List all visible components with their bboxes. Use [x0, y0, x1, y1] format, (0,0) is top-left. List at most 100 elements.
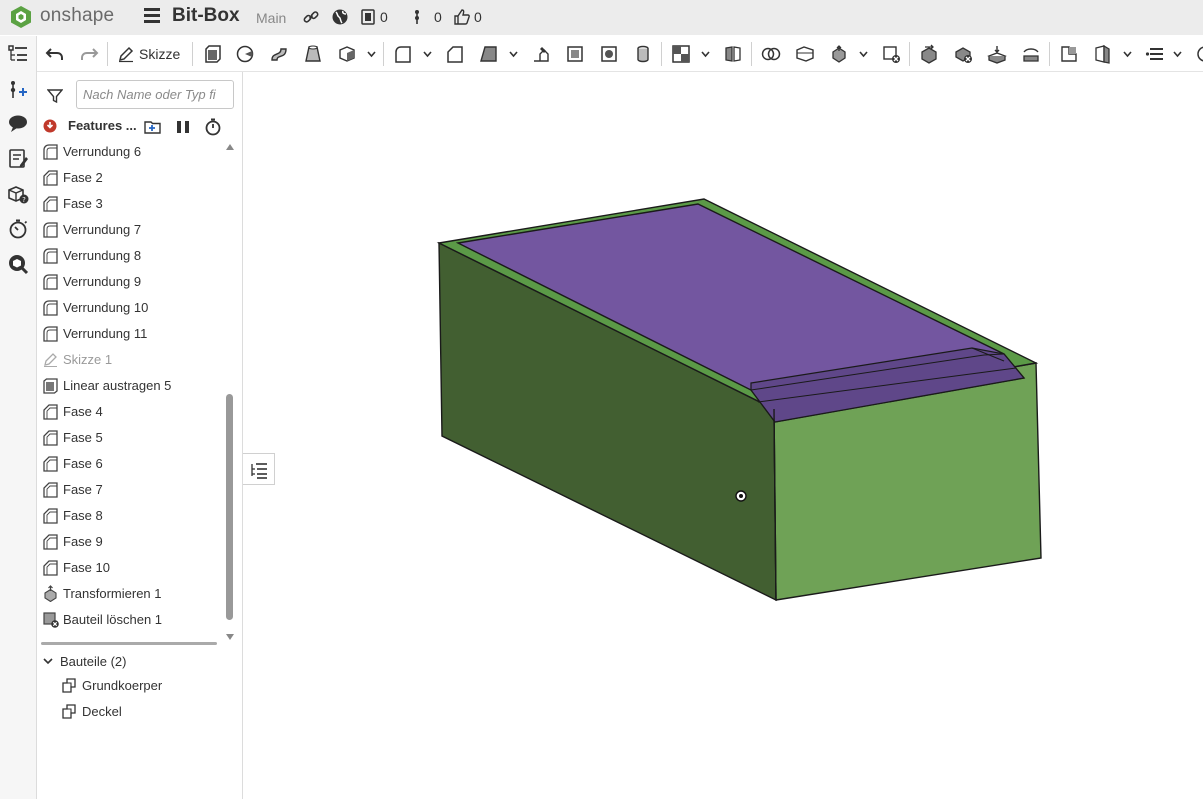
part-item-deckel[interactable]: Deckel	[61, 700, 122, 722]
fillet-icon	[43, 247, 58, 264]
loft-tool[interactable]	[303, 44, 323, 64]
feature-item[interactable]: Fase 10	[42, 556, 222, 578]
move-face-tool[interactable]	[919, 44, 939, 64]
chevron-down-icon[interactable]	[42, 655, 54, 667]
part-item-grundkoerper[interactable]: Grundkoerper	[61, 674, 162, 696]
tools-list-button[interactable]	[1145, 44, 1165, 64]
extrude-tool[interactable]	[203, 44, 223, 64]
versions-button[interactable]: 0	[359, 8, 388, 26]
chamfer-icon	[43, 533, 58, 550]
feature-item[interactable]: Fase 7	[42, 478, 222, 500]
brand-name[interactable]: onshape	[40, 5, 114, 27]
draft-tool[interactable]	[479, 44, 499, 64]
comments-button[interactable]	[7, 113, 29, 135]
onshape-logo-icon[interactable]	[9, 5, 33, 29]
document-menu-icon[interactable]	[144, 8, 160, 24]
feature-search-input[interactable]	[76, 80, 234, 109]
origin-marker[interactable]	[735, 490, 747, 502]
like-button[interactable]: 0	[453, 8, 482, 26]
undo-button[interactable]	[45, 44, 65, 64]
redo-button[interactable]	[79, 44, 99, 64]
notes-icon	[9, 149, 28, 168]
parts-header[interactable]: Bauteile (2)	[42, 650, 126, 672]
offset-surface-tool[interactable]	[1021, 44, 1041, 64]
feature-item[interactable]: Linear austragen 5	[42, 374, 222, 396]
feature-list-toggle[interactable]	[7, 43, 29, 65]
add-folder-button[interactable]	[143, 117, 163, 137]
chamfer-tool[interactable]	[445, 44, 465, 64]
branches-button[interactable]: 0	[408, 8, 442, 26]
feature-item[interactable]: Fase 4	[42, 400, 222, 422]
3d-viewport[interactable]	[244, 72, 1203, 799]
chevron-down-icon[interactable]	[1123, 50, 1132, 59]
chevron-down-icon[interactable]	[859, 50, 868, 59]
plane-tool[interactable]	[795, 44, 815, 64]
feature-item[interactable]: Skizze 1	[42, 348, 222, 370]
rib-tool[interactable]	[531, 44, 551, 64]
feature-item[interactable]: Transformieren 1	[42, 582, 222, 604]
inspect-button[interactable]	[7, 253, 29, 275]
feature-item[interactable]: Fase 2	[42, 166, 222, 188]
feature-item[interactable]: Fase 8	[42, 504, 222, 526]
document-title[interactable]: Bit-Box	[172, 5, 240, 27]
split-tool[interactable]	[723, 44, 743, 64]
transform-tool[interactable]	[829, 44, 849, 64]
scroll-down-icon[interactable]	[226, 634, 234, 640]
chamfer-icon	[43, 481, 58, 498]
box-model[interactable]	[436, 198, 1042, 602]
chevron-down-icon[interactable]	[367, 50, 376, 59]
boolean-tool[interactable]	[671, 44, 691, 64]
feature-item[interactable]: Verrundung 9	[42, 270, 222, 292]
cylinder-tool[interactable]	[633, 44, 653, 64]
feature-item[interactable]: Verrundung 6	[42, 140, 222, 162]
history-button[interactable]	[7, 218, 29, 240]
sketch-button[interactable]: Skizze	[117, 45, 180, 63]
thicken-tool[interactable]	[337, 44, 357, 64]
feature-item[interactable]: Verrundung 7	[42, 218, 222, 240]
notes-button[interactable]	[7, 148, 29, 170]
feature-item[interactable]: Fase 6	[42, 452, 222, 474]
delete-part-icon	[43, 611, 59, 628]
chevron-down-icon[interactable]	[1173, 50, 1182, 59]
replace-face-tool[interactable]	[987, 44, 1007, 64]
top-bar: onshape Bit-Box Main 0 0 0	[0, 0, 1203, 35]
feature-item[interactable]: Verrundung 10	[42, 296, 222, 318]
scroll-up-icon[interactable]	[226, 144, 234, 150]
link-icon[interactable]	[302, 8, 320, 26]
insert-button[interactable]	[7, 79, 29, 101]
features-title[interactable]: Features ...	[68, 118, 137, 133]
hole-tool[interactable]	[599, 44, 619, 64]
sheet-metal-tool[interactable]	[1059, 44, 1079, 64]
globe-icon[interactable]	[331, 8, 349, 26]
feature-item[interactable]: Verrundung 8	[42, 244, 222, 266]
chevron-down-icon[interactable]	[701, 50, 710, 59]
rollback-warning-icon[interactable]	[43, 119, 57, 133]
chevron-down-icon[interactable]	[509, 50, 518, 59]
regen-timer-button[interactable]	[203, 117, 223, 137]
feature-item[interactable]: Fase 5	[42, 426, 222, 448]
feature-item[interactable]: Fase 3	[42, 192, 222, 214]
feature-item[interactable]: Fase 9	[42, 530, 222, 552]
fillet-icon	[43, 325, 58, 342]
pause-button[interactable]	[173, 117, 193, 137]
sweep-tool[interactable]	[269, 44, 289, 64]
feature-item[interactable]: Bauteil löschen 1	[42, 608, 222, 630]
shell-tool[interactable]	[565, 44, 585, 64]
revolve-tool[interactable]	[235, 44, 255, 64]
delete-part-tool[interactable]	[881, 44, 901, 64]
chevron-down-icon[interactable]	[423, 50, 432, 59]
union-tool[interactable]	[761, 44, 781, 64]
fillet-tool[interactable]	[393, 44, 413, 64]
delete-face-tool[interactable]	[953, 44, 973, 64]
feature-list-scrollbar[interactable]	[226, 144, 234, 642]
feature-list: Verrundung 6 Fase 2 Fase 3 Verrundung 7 Verr…	[37, 138, 227, 638]
feature-item[interactable]: Verrundung 11	[42, 322, 222, 344]
parts-properties-button[interactable]: ?	[7, 183, 29, 205]
filter-icon[interactable]	[47, 88, 63, 104]
feature-label: Fase 2	[63, 169, 103, 185]
flange-tool[interactable]	[1093, 44, 1113, 64]
horizontal-scrollbar[interactable]	[41, 642, 217, 645]
branch-name[interactable]: Main	[256, 10, 286, 26]
more-tools-button[interactable]	[1195, 44, 1203, 64]
scrollbar-thumb[interactable]	[226, 394, 233, 620]
